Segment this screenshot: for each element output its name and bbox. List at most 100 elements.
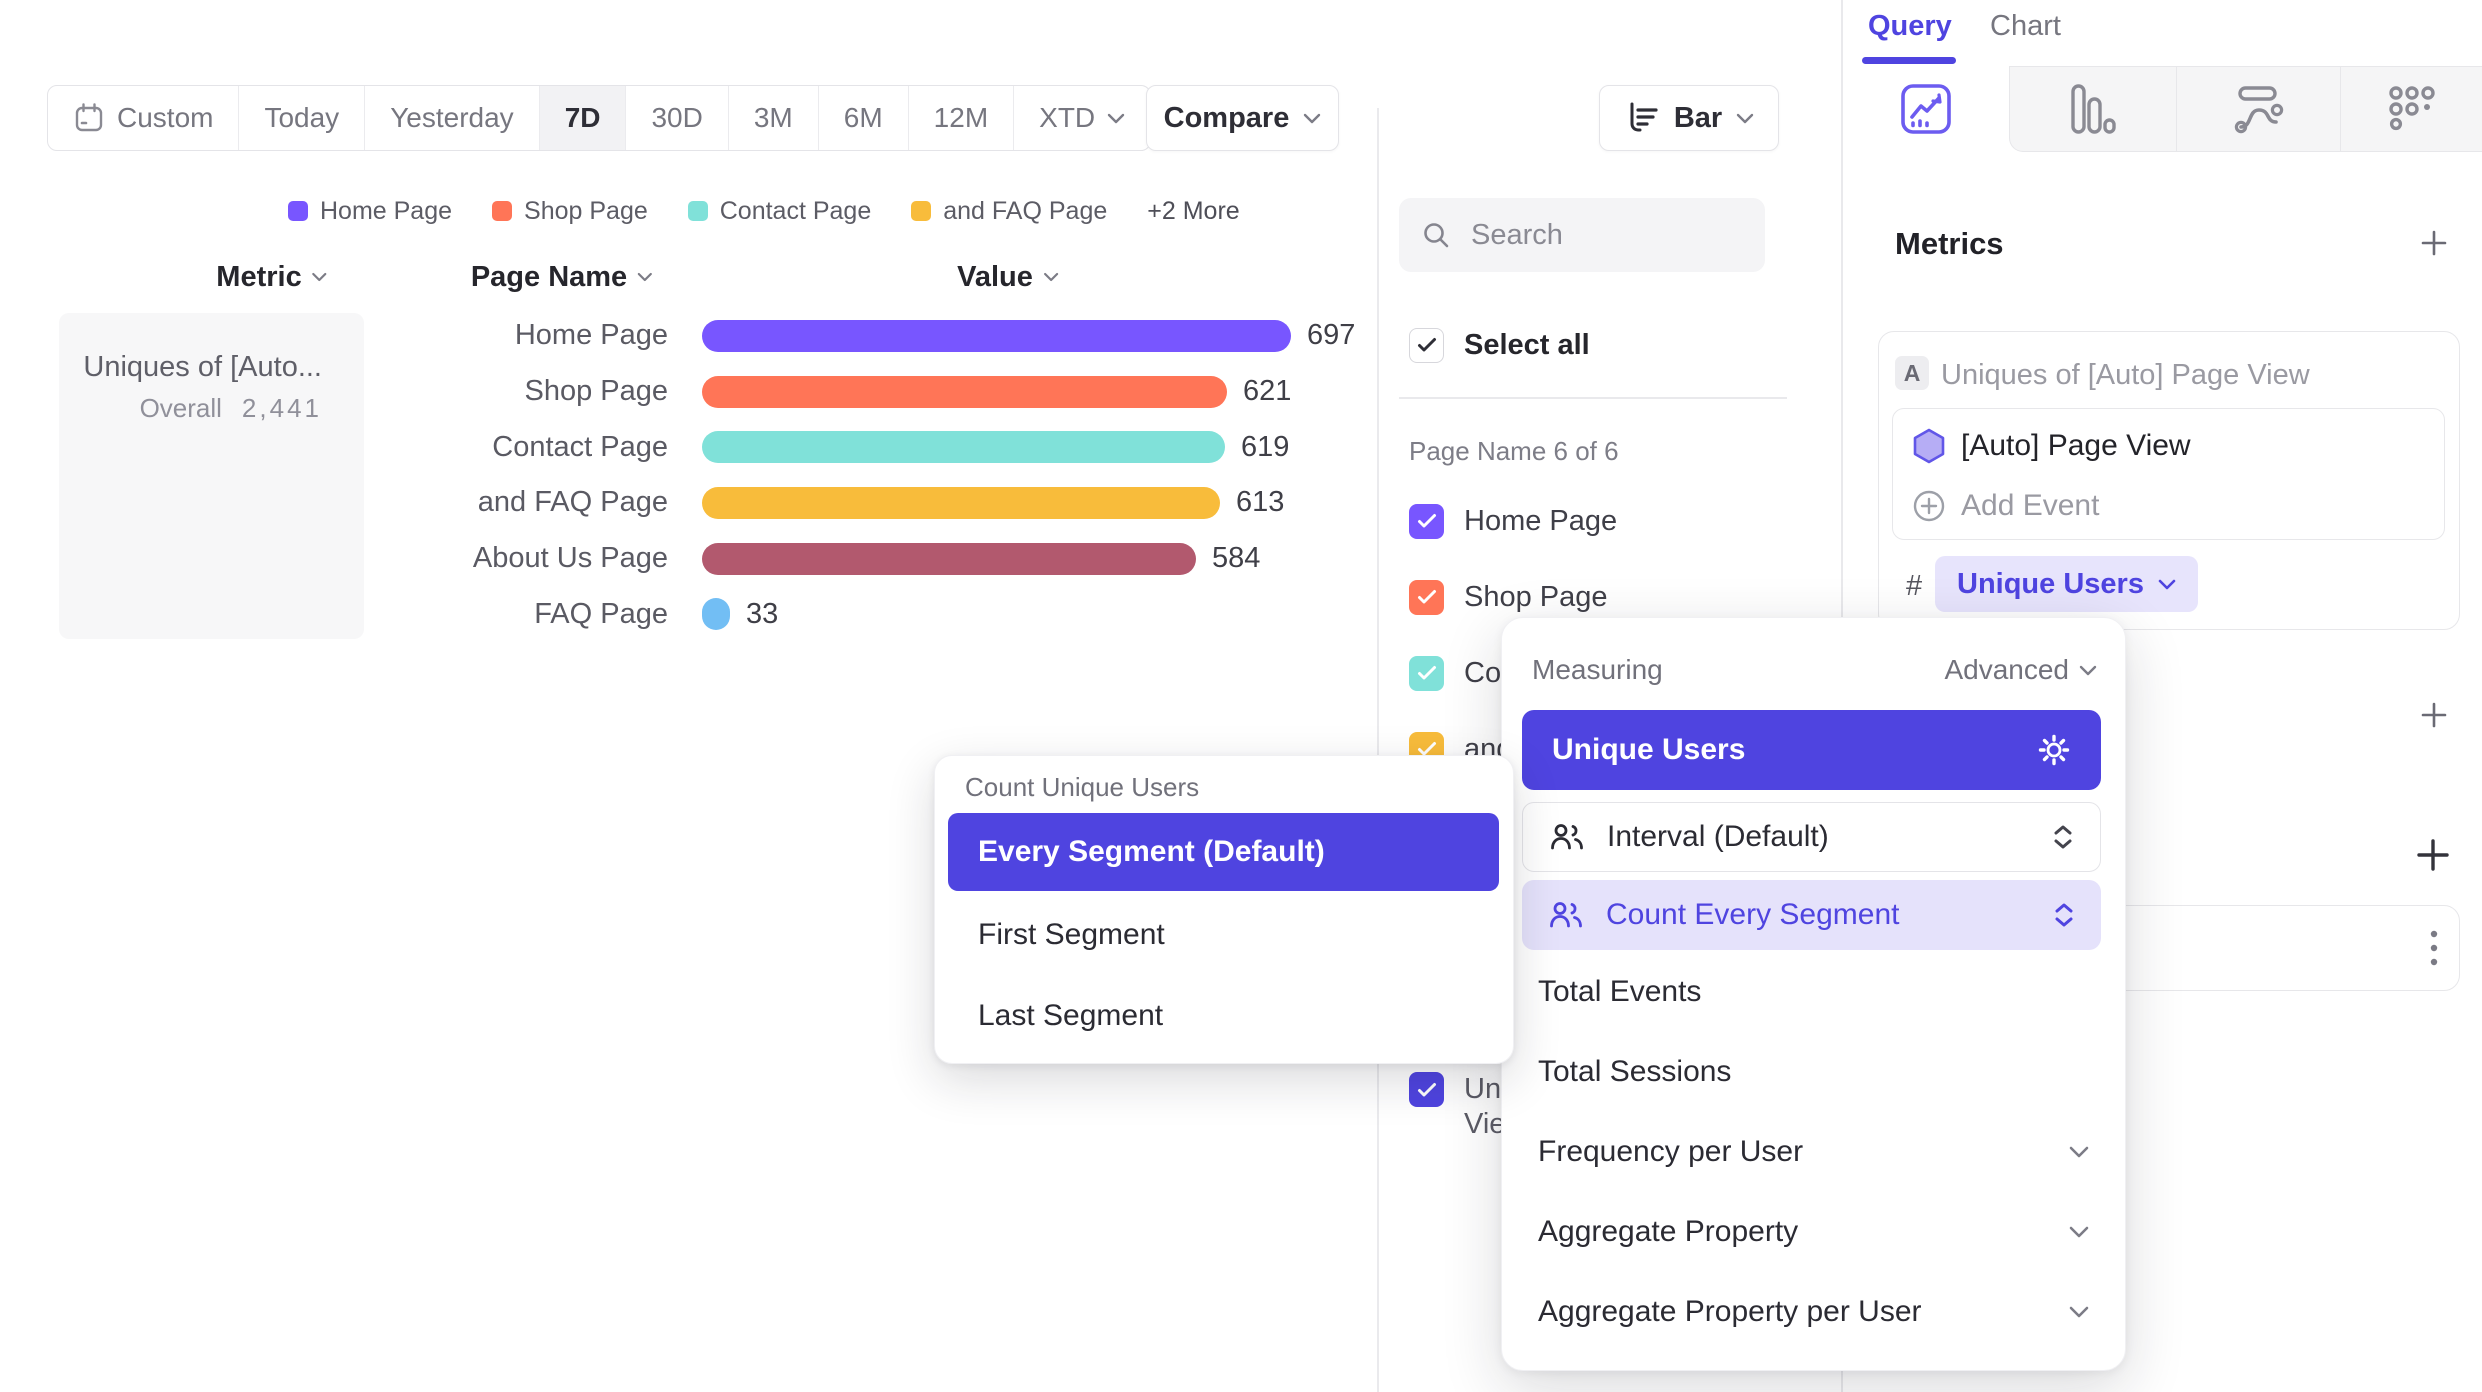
add-metric-button[interactable]: [2420, 229, 2448, 257]
chevron-down-icon: [1736, 113, 1754, 124]
measuring-menu-title: Measuring: [1532, 654, 1663, 686]
date-range-12m[interactable]: 12M: [909, 86, 1014, 150]
bar-row: Home Page697: [400, 308, 1355, 364]
measuring-option-total-events[interactable]: Total Events: [1538, 972, 2089, 1012]
date-range-7d[interactable]: 7D: [540, 86, 627, 150]
metric-badge: A: [1895, 356, 1929, 390]
bar-row: FAQ Page33: [400, 586, 1355, 642]
measuring-interval-row[interactable]: Interval (Default): [1522, 802, 2101, 872]
bar-row: Shop Page621: [400, 364, 1355, 420]
measurement-chip[interactable]: Unique Users: [1935, 556, 2198, 612]
chevron-down-icon: [2158, 579, 2176, 590]
insights-app: Custom Today Yesterday 7D 30D 3M 6M 12M …: [0, 0, 2482, 1392]
date-range-xtd[interactable]: XTD: [1014, 86, 1150, 150]
add-breakdown-button[interactable]: [2416, 838, 2450, 872]
event-row[interactable]: [Auto] Page View: [1911, 427, 2191, 465]
bar-value: 697: [1307, 319, 1355, 352]
flows-icon: [2232, 82, 2286, 136]
filter-item-home-page[interactable]: Home Page: [1409, 503, 1617, 539]
date-range-3m[interactable]: 3M: [729, 86, 819, 150]
column-header-metric[interactable]: Metric: [216, 258, 327, 296]
checkbox-checked-icon[interactable]: [1409, 504, 1444, 539]
bar-row: Contact Page619: [400, 419, 1355, 475]
checkbox-checked-icon[interactable]: [1409, 656, 1444, 691]
compare-button[interactable]: Compare: [1146, 85, 1339, 151]
kebab-menu-icon[interactable]: [2427, 924, 2441, 972]
metric-card-overall: Overall 2,441: [140, 393, 322, 424]
chevron-down-icon: [1043, 272, 1059, 282]
column-header-value[interactable]: Value: [957, 258, 1059, 296]
checkbox-checked-icon[interactable]: [1409, 580, 1444, 615]
bar-value: 613: [1236, 486, 1284, 519]
bar-home-page[interactable]: [702, 320, 1291, 352]
legend-swatch: [911, 201, 931, 221]
column-header-page-name[interactable]: Page Name: [471, 258, 653, 296]
metric-definition-card: A Uniques of [Auto] Page View [Auto] Pag…: [1878, 331, 2460, 630]
date-range-custom[interactable]: Custom: [48, 86, 239, 150]
date-range-30d[interactable]: 30D: [626, 86, 728, 150]
tab-chart[interactable]: Chart: [1990, 10, 2061, 43]
viz-tab-bars[interactable]: [2009, 66, 2176, 152]
visualization-type-strip: [1843, 66, 2482, 152]
event-hexagon-icon: [1911, 427, 1947, 465]
legend-item[interactable]: Home Page: [288, 197, 452, 226]
bar-and-faq-page[interactable]: [702, 487, 1220, 519]
measuring-option-frequency-per-user[interactable]: Frequency per User: [1538, 1132, 2089, 1172]
bar-value: 33: [746, 598, 778, 631]
count-option-every-segment[interactable]: Every Segment (Default): [948, 813, 1499, 891]
bar-chart: Home Page697 Shop Page621 Contact Page61…: [400, 308, 1355, 642]
search-icon: [1421, 220, 1451, 250]
bar-row: About Us Page584: [400, 531, 1355, 587]
chevron-down-icon: [637, 272, 653, 282]
select-all-checkbox[interactable]: [1409, 328, 1444, 363]
bar-chart-icon: [1624, 100, 1660, 136]
date-range-control: Custom Today Yesterday 7D 30D 3M 6M 12M …: [47, 85, 1151, 151]
count-option-first-segment[interactable]: First Segment: [978, 917, 1165, 953]
bar-faq-page[interactable]: [702, 598, 730, 630]
viz-tab-insights[interactable]: [1843, 66, 2010, 152]
filter-section-label: Page Name 6 of 6: [1409, 436, 1619, 467]
measuring-count-every-segment-row[interactable]: Count Every Segment: [1522, 880, 2101, 950]
count-option-last-segment[interactable]: Last Segment: [978, 998, 1163, 1034]
chevron-down-icon: [1107, 113, 1125, 124]
tab-query[interactable]: Query: [1868, 10, 1952, 43]
filter-item-shop-page[interactable]: Shop Page: [1409, 579, 1608, 615]
measuring-option-total-sessions[interactable]: Total Sessions: [1538, 1052, 2089, 1092]
chevron-down-icon: [2069, 1306, 2089, 1318]
date-range-6m[interactable]: 6M: [819, 86, 909, 150]
bar-shop-page[interactable]: [702, 376, 1227, 408]
select-all-row[interactable]: Select all: [1409, 327, 1590, 363]
legend-item[interactable]: and FAQ Page: [911, 197, 1107, 226]
legend-more[interactable]: +2 More: [1147, 197, 1239, 226]
bar-value: 584: [1212, 542, 1260, 575]
bar-contact-page[interactable]: [702, 431, 1225, 463]
legend-item[interactable]: Shop Page: [492, 197, 648, 226]
viz-tab-flows[interactable]: [2176, 66, 2340, 152]
checkbox-checked-icon[interactable]: [1409, 1072, 1444, 1107]
hash-symbol: #: [1906, 570, 1922, 603]
date-range-yesterday[interactable]: Yesterday: [365, 86, 540, 150]
metric-card[interactable]: Uniques of [Auto... Overall 2,441: [59, 313, 364, 639]
vertical-divider: [1377, 108, 1379, 1392]
measuring-option-aggregate-property-per-user[interactable]: Aggregate Property per User: [1538, 1292, 2089, 1332]
search-box[interactable]: [1399, 198, 1765, 272]
advanced-toggle[interactable]: Advanced: [1944, 654, 2097, 686]
add-event-row[interactable]: Add Event: [1911, 487, 2099, 525]
measuring-option-aggregate-property[interactable]: Aggregate Property: [1538, 1212, 2089, 1252]
add-filter-button[interactable]: [2420, 701, 2448, 729]
chart-type-button[interactable]: Bar: [1599, 85, 1779, 151]
event-card: [Auto] Page View Add Event: [1892, 408, 2445, 540]
gear-icon[interactable]: [2037, 733, 2071, 767]
chevron-down-icon: [1303, 113, 1321, 124]
viz-tab-retention[interactable]: [2340, 66, 2482, 152]
bar-value: 621: [1243, 375, 1291, 408]
legend-item[interactable]: Contact Page: [688, 197, 872, 226]
metric-definition-title: Uniques of [Auto] Page View: [1941, 359, 2310, 392]
search-input[interactable]: [1469, 218, 1723, 253]
bar-about-us-page[interactable]: [702, 543, 1196, 575]
measuring-option-unique-users[interactable]: Unique Users: [1522, 710, 2101, 790]
measuring-menu: Measuring Advanced Unique Users: [1501, 617, 2126, 1371]
chevron-down-icon: [2069, 1226, 2089, 1238]
tab-query-underline: [1862, 57, 1956, 64]
date-range-today[interactable]: Today: [239, 86, 365, 150]
